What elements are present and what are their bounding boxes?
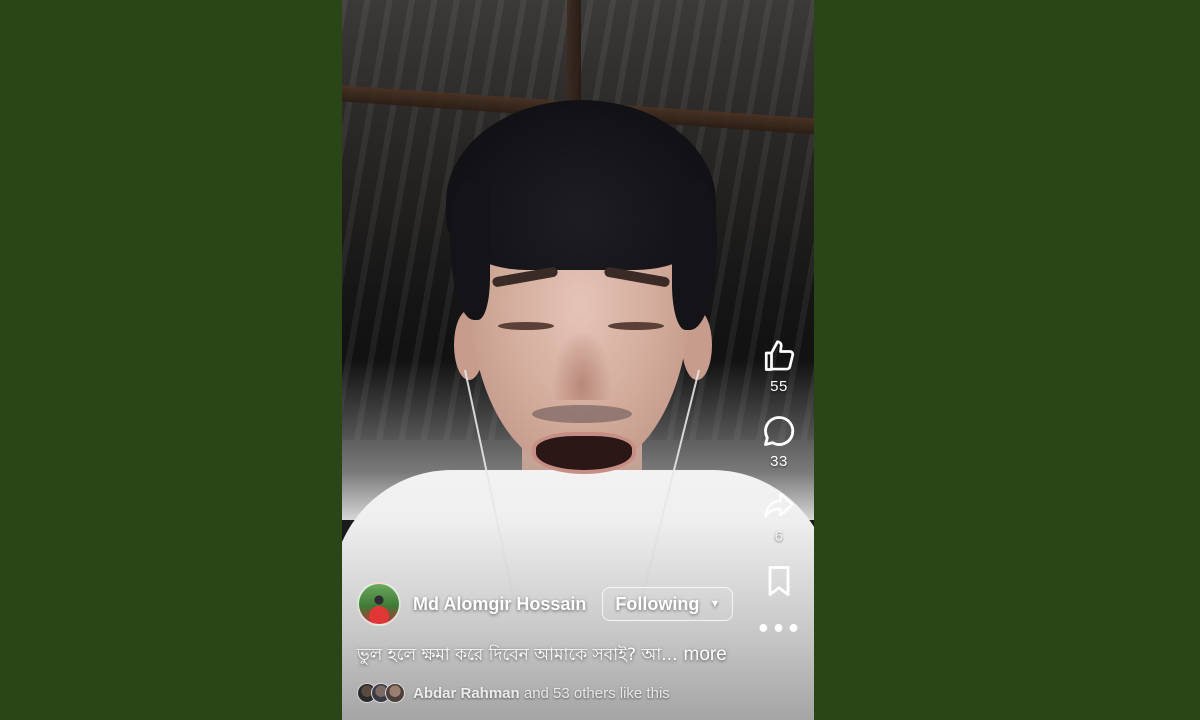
likers-rest: and 53 others like this	[519, 684, 670, 702]
share-arrow-icon	[761, 488, 797, 524]
reel-caption[interactable]: ভুল হলে ক্ষমা করে দিবেন আমাকে সবাই? আ...…	[357, 642, 757, 670]
save-button[interactable]	[761, 563, 797, 599]
following-label: Following	[615, 593, 700, 614]
more-options-button[interactable]: •••	[756, 617, 801, 641]
bookmark-icon	[761, 563, 797, 599]
caption-more-link[interactable]: more	[684, 644, 727, 665]
video-person-nose	[552, 330, 612, 400]
like-button[interactable]: 55	[761, 338, 797, 395]
share-button[interactable]: 6	[761, 488, 797, 545]
comment-bubble-icon	[761, 413, 797, 449]
chevron-down-icon: ▼	[709, 598, 721, 610]
video-person-mouth	[532, 432, 636, 474]
likers-row[interactable]: Abdar Rahman and 53 others like this	[357, 682, 670, 704]
video-person-eye-left	[498, 322, 554, 330]
video-person-mustache	[532, 405, 632, 423]
comment-count: 33	[770, 453, 788, 470]
app-stage: 55 33 6 ••• Md Alomgir Hossain Following…	[0, 0, 1200, 720]
author-name[interactable]: Md Alomgir Hossain	[413, 594, 586, 615]
like-count: 55	[770, 378, 788, 395]
liker-avatars	[357, 683, 405, 703]
action-rail: 55 33 6 •••	[755, 338, 803, 659]
author-row: Md Alomgir Hossain Following ▼	[357, 581, 734, 627]
likers-text: Abdar Rahman and 53 others like this	[413, 685, 670, 702]
share-count: 6	[774, 528, 784, 545]
caption-text: ভুল হলে ক্ষমা করে দিবেন আমাকে সবাই? আ...	[357, 645, 678, 665]
liker-avatar	[385, 683, 405, 703]
more-dots-icon: •••	[756, 617, 802, 642]
following-button[interactable]: Following ▼	[602, 587, 734, 621]
thumbs-up-icon	[761, 338, 797, 374]
comment-button[interactable]: 33	[761, 413, 797, 470]
liker-name[interactable]: Abdar Rahman	[413, 685, 520, 702]
video-person-eye-right	[608, 322, 664, 330]
author-avatar[interactable]	[357, 582, 401, 626]
